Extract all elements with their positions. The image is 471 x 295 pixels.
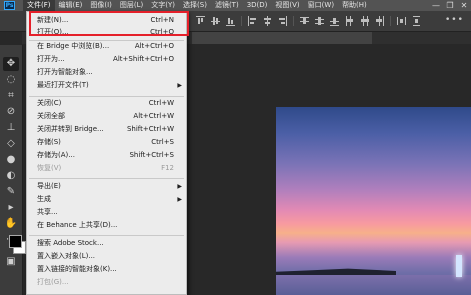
menu-edit[interactable]: 编辑(E) <box>55 0 87 11</box>
menu-item-generate[interactable]: 生成 ▶ <box>27 194 186 205</box>
menu-item-save-as[interactable]: 存储为(A)... Shift+Ctrl+S <box>27 150 186 161</box>
menu-item-recent-files[interactable]: 最近打开文件(T) ▶ <box>27 80 186 91</box>
menu-item-revert: 恢复(V) F12 <box>37 164 174 172</box>
quick-mask-icon[interactable]: ▣ <box>3 255 19 269</box>
path-select-tool-icon[interactable]: ▸ <box>3 201 19 215</box>
distribute-bottom-icon[interactable] <box>330 16 339 26</box>
more-options-icon[interactable]: ••• <box>445 15 464 25</box>
submenu-arrow-icon: ▶ <box>177 196 182 203</box>
menu-3d[interactable]: 3D(D) <box>243 0 272 11</box>
move-tool-icon[interactable]: ✥ <box>3 57 19 71</box>
pen-tool-icon[interactable]: ✎ <box>3 185 19 199</box>
align-bottom-icon[interactable] <box>226 16 235 26</box>
menu-item-open[interactable]: 打开(O)... Ctrl+O <box>27 27 186 38</box>
menu-item-save[interactable]: 存储(S) Ctrl+S <box>27 137 186 148</box>
menu-item-place-embedded[interactable]: 置入嵌入对象(L)... <box>27 251 186 262</box>
document-tab[interactable] <box>192 32 372 44</box>
crop-tool-icon[interactable]: ⌗ <box>3 89 19 103</box>
distribute-spacing-icon[interactable] <box>397 16 406 26</box>
align-hcenter-icon[interactable] <box>263 16 272 26</box>
distribute-vspacing-icon[interactable] <box>412 16 421 26</box>
menu-item-place-linked[interactable]: 置入链接的智能对象(K)... <box>27 264 186 275</box>
menu-file[interactable]: 文件(F) <box>23 0 55 11</box>
hand-tool-icon[interactable]: ✋ <box>3 217 19 231</box>
align-right-icon[interactable] <box>278 16 287 26</box>
restore-icon[interactable]: ❐ <box>444 0 456 11</box>
menu-layer[interactable]: 图层(L) <box>116 0 147 11</box>
menu-item-close-to-bridge[interactable]: 关闭并转到 Bridge... Shift+Ctrl+W <box>27 124 186 135</box>
menu-item-close[interactable]: 关闭(C) Ctrl+W <box>27 98 186 109</box>
lighthouse-light <box>456 255 462 277</box>
dodge-tool-icon[interactable]: ◐ <box>3 169 19 183</box>
menu-item-close-all[interactable]: 关闭全部 Alt+Ctrl+W <box>27 111 186 122</box>
align-top-icon[interactable] <box>196 16 205 26</box>
distribute-hcenter-icon[interactable] <box>360 16 369 26</box>
eyedropper-tool-icon[interactable]: ⊘ <box>3 105 19 119</box>
submenu-arrow-icon: ▶ <box>177 183 182 190</box>
photoshop-logo: Ps <box>4 1 15 10</box>
menu-item-export[interactable]: 导出(E) ▶ <box>27 181 186 192</box>
menu-item-browse-bridge[interactable]: 在 Bridge 中浏览(B)... Alt+Ctrl+O <box>27 41 186 52</box>
distribute-vcenter-icon[interactable] <box>315 16 324 26</box>
stamp-tool-icon[interactable]: ⊥ <box>3 121 19 135</box>
menu-filter[interactable]: 滤镜(T) <box>211 0 243 11</box>
pier-silhouette <box>276 268 396 275</box>
menu-window[interactable]: 窗口(W) <box>304 0 338 11</box>
menu-item-share-behance[interactable]: 在 Behance 上共享(D)... <box>27 220 186 231</box>
close-icon[interactable]: ✕ <box>458 0 470 11</box>
submenu-arrow-icon: ▶ <box>177 82 182 89</box>
minimize-icon[interactable]: — <box>430 0 442 11</box>
tools-panel: ✥ ◌ ⌗ ⊘ ⊥ ◇ ● ◐ ✎ ▸ ✋ ⋯ ▣ <box>0 45 26 295</box>
distribute-left-icon[interactable] <box>345 16 354 26</box>
lasso-tool-icon[interactable]: ◌ <box>3 73 19 87</box>
menu-item-search-adobe-stock[interactable]: 搜索 Adobe Stock... <box>27 238 186 249</box>
document-canvas-image[interactable] <box>276 107 471 295</box>
distribute-top-icon[interactable] <box>300 16 309 26</box>
file-menu-dropdown: 新建(N)... Ctrl+N 打开(O)... Ctrl+O 在 Bridge 中… <box>26 11 187 295</box>
menu-item-package: 打包(G)... <box>37 278 69 286</box>
distribute-right-icon[interactable] <box>375 16 384 26</box>
menu-select[interactable]: 选择(S) <box>179 0 211 11</box>
align-left-icon[interactable] <box>248 16 257 26</box>
eraser-tool-icon[interactable]: ◇ <box>3 137 19 151</box>
menu-item-share[interactable]: 共享... <box>27 207 186 218</box>
menu-type[interactable]: 文字(Y) <box>147 0 179 11</box>
menu-image[interactable]: 图像(I) <box>86 0 116 11</box>
menu-view[interactable]: 视图(V) <box>271 0 303 11</box>
align-vcenter-icon[interactable] <box>211 16 220 26</box>
foreground-color-swatch[interactable] <box>9 235 22 248</box>
blur-tool-icon[interactable]: ● <box>3 153 19 167</box>
menu-bar: Ps 文件(F) 编辑(E) 图像(I) 图层(L) 文字(Y) 选择(S) 滤… <box>0 0 471 11</box>
menu-item-new[interactable]: 新建(N)... Ctrl+N <box>27 15 186 26</box>
menu-item-open-smart-object[interactable]: 打开为智能对象... <box>27 67 186 78</box>
menu-help[interactable]: 帮助(H) <box>338 0 371 11</box>
menu-item-open-as[interactable]: 打开为... Alt+Shift+Ctrl+O <box>27 54 186 65</box>
